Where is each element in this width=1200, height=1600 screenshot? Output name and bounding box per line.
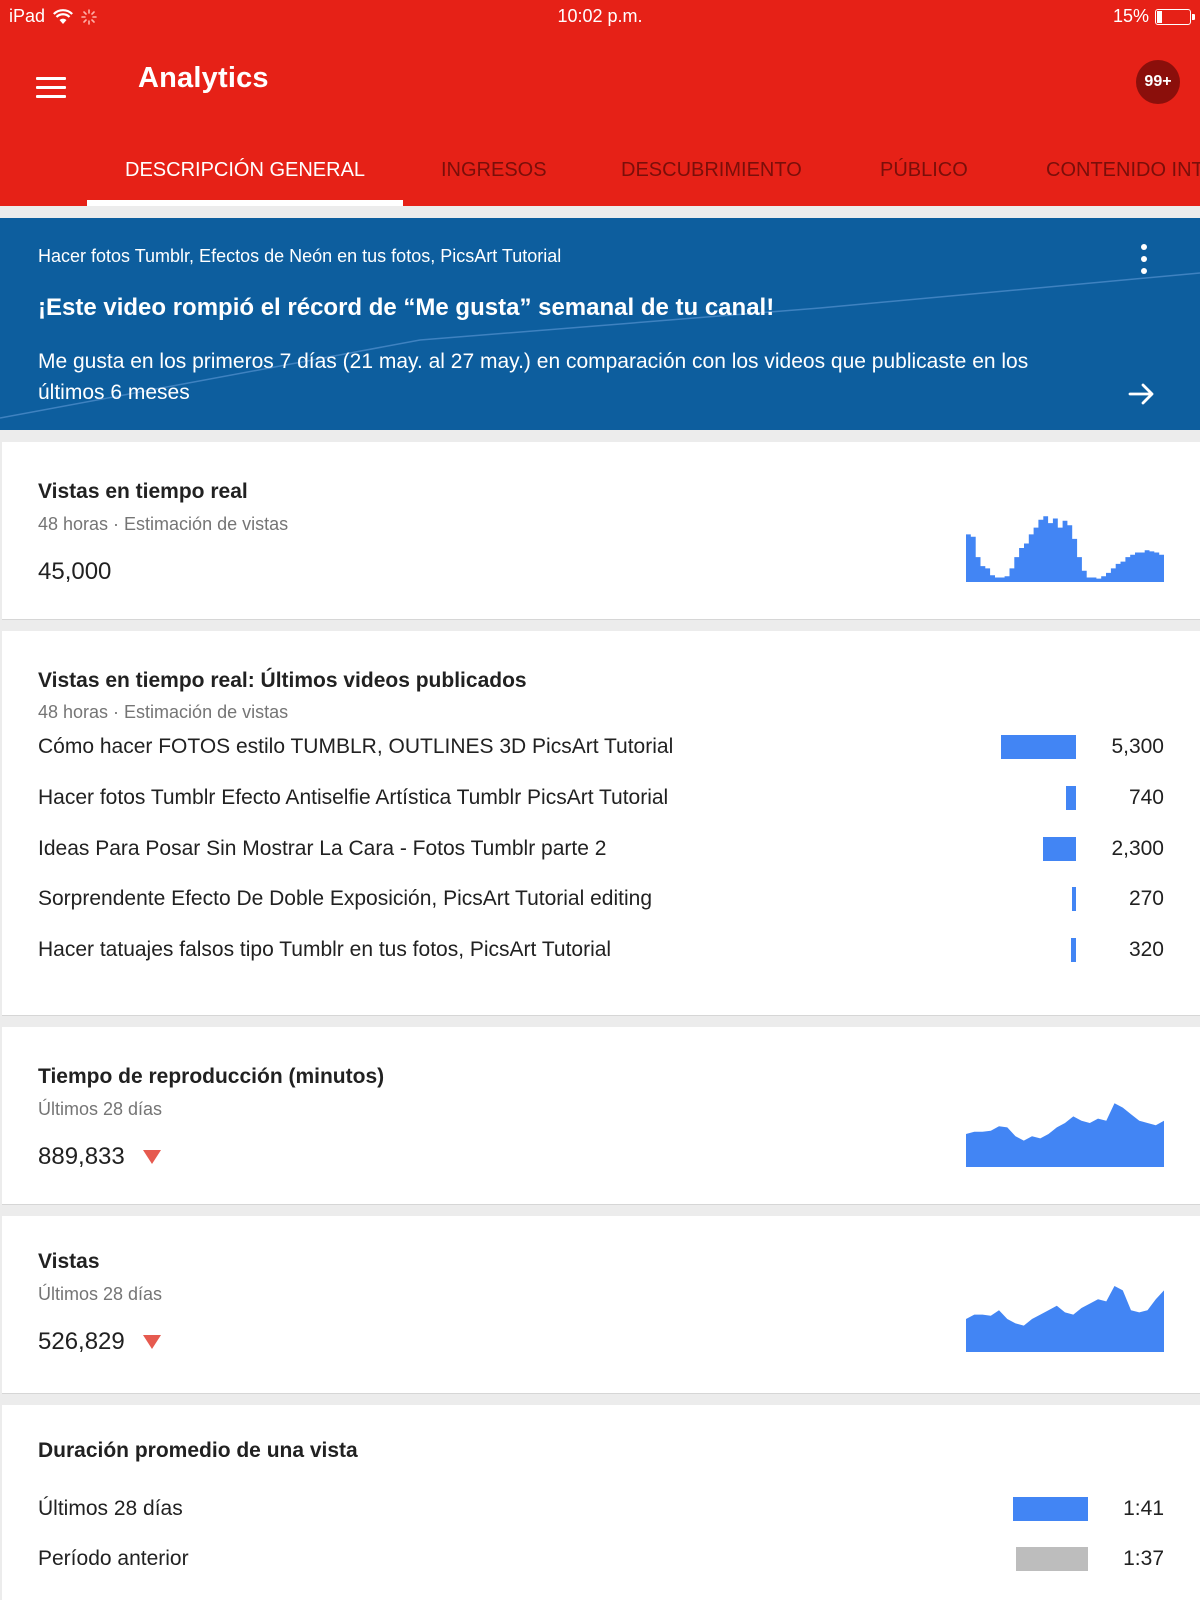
watch-time-sparkline xyxy=(966,1103,1164,1167)
duration-value: 1:37 xyxy=(1123,1547,1164,1570)
banner-video-title: Hacer fotos Tumblr, Efectos de Neón en t… xyxy=(38,246,562,266)
card-title: Vistas en tiempo real xyxy=(38,480,248,503)
realtime-views-value: 45,000 xyxy=(38,558,112,585)
views-bar xyxy=(1043,836,1076,861)
card-title: Vistas en tiempo real: Últimos videos pu… xyxy=(38,669,527,692)
video-views-value: 2,300 xyxy=(1111,836,1164,860)
card-subtitle: Últimos 28 días xyxy=(38,1284,163,1304)
trend-down-icon xyxy=(142,1335,161,1349)
card-subtitle: Últimos 28 días xyxy=(38,1099,163,1119)
views-bar xyxy=(1071,938,1076,963)
latest-videos-card: Vistas en tiempo real: Últimos videos pu… xyxy=(2,631,1200,1016)
banner-title: ¡Este video rompió el récord de “Me gust… xyxy=(38,294,775,321)
status-right: 15% xyxy=(1112,6,1195,27)
battery-percent: 15% xyxy=(1112,6,1149,26)
video-views-value: 5,300 xyxy=(1111,735,1164,758)
duration-value: 1:41 xyxy=(1123,1497,1164,1520)
previous-duration-bar xyxy=(1015,1547,1088,1571)
card-title: Duración promedio de una vista xyxy=(38,1439,358,1462)
video-views-value: 740 xyxy=(1128,785,1164,809)
tab-revenue[interactable]: INGRESOS xyxy=(441,144,547,206)
card-subtitle: 48 horas · Estimación de vistas xyxy=(38,514,289,534)
tab-interactive-content[interactable]: CONTENIDO INTERACTIVO xyxy=(1046,144,1200,206)
video-title: Sorprendente Efecto De Doble Exposición,… xyxy=(38,887,652,911)
video-views-value: 320 xyxy=(1128,938,1164,962)
battery-icon xyxy=(1155,8,1195,25)
video-title: Cómo hacer FOTOS estilo TUMBLR, OUTLINES… xyxy=(38,735,674,758)
video-row[interactable]: Sorprendente Efecto De Doble Exposición,… xyxy=(38,881,1164,921)
trend-down-icon xyxy=(142,1150,161,1164)
more-options-icon[interactable] xyxy=(1136,244,1152,274)
notifications-badge[interactable]: 99+ xyxy=(1136,60,1180,104)
status-bar: iPad 10:02 p.m. 15% xyxy=(0,0,1200,34)
period-label: Últimos 28 días xyxy=(38,1497,183,1520)
current-duration-bar xyxy=(1013,1497,1088,1521)
realtime-sparkline xyxy=(966,516,1164,582)
video-row[interactable]: Hacer fotos Tumblr Efecto Antiselfie Art… xyxy=(38,780,1164,820)
video-row[interactable]: Cómo hacer FOTOS estilo TUMBLR, OUTLINES… xyxy=(38,729,1164,769)
watch-time-value: 889,833 xyxy=(38,1143,125,1170)
app-bar: Analytics 99+ DESCRIPCIÓN GENERAL INGRES… xyxy=(0,34,1200,206)
views-card[interactable]: Vistas Últimos 28 días 526,829 xyxy=(2,1216,1200,1394)
record-insight-banner[interactable]: Hacer fotos Tumblr, Efectos de Neón en t… xyxy=(0,218,1200,430)
views-bar xyxy=(1001,735,1076,759)
active-tab-indicator xyxy=(87,200,403,206)
tab-bar: DESCRIPCIÓN GENERAL INGRESOS DESCUBRIMIE… xyxy=(0,144,1200,206)
avg-view-duration-card[interactable]: Duración promedio de una vista Últimos 2… xyxy=(2,1405,1200,1600)
menu-icon[interactable] xyxy=(36,66,78,108)
video-row[interactable]: Ideas Para Posar Sin Mostrar La Cara - F… xyxy=(38,831,1164,871)
video-row[interactable]: Hacer tatuajes falsos tipo Tumblr en tus… xyxy=(38,932,1164,972)
arrow-right-icon[interactable] xyxy=(1126,378,1158,410)
views-value: 526,829 xyxy=(38,1328,125,1355)
tab-audience[interactable]: PÚBLICO xyxy=(880,144,968,206)
card-value: 526,829 xyxy=(38,1328,161,1356)
status-time: 10:02 p.m. xyxy=(557,6,643,26)
video-title: Hacer fotos Tumblr Efecto Antiselfie Art… xyxy=(38,785,669,809)
realtime-views-card[interactable]: Vistas en tiempo real 48 horas · Estimac… xyxy=(2,442,1200,620)
banner-description: Me gusta en los primeros 7 días (21 may.… xyxy=(38,350,1029,404)
video-title: Ideas Para Posar Sin Mostrar La Cara - F… xyxy=(38,836,607,860)
views-sparkline xyxy=(966,1286,1164,1352)
video-views-value: 270 xyxy=(1128,887,1164,911)
duration-row: Últimos 28 días 1:41 xyxy=(38,1491,1164,1531)
views-bar xyxy=(1065,785,1076,810)
card-title: Vistas xyxy=(38,1250,100,1273)
watch-time-card[interactable]: Tiempo de reproducción (minutos) Últimos… xyxy=(2,1027,1200,1205)
views-bar xyxy=(1072,887,1076,912)
card-subtitle: 48 horas · Estimación de vistas xyxy=(38,702,289,722)
page-title: Analytics xyxy=(138,62,269,94)
duration-row: Período anterior 1:37 xyxy=(38,1541,1164,1581)
tab-overview[interactable]: DESCRIPCIÓN GENERAL xyxy=(125,144,365,206)
card-title: Tiempo de reproducción (minutos) xyxy=(38,1065,385,1088)
period-label: Período anterior xyxy=(38,1547,189,1570)
video-title: Hacer tatuajes falsos tipo Tumblr en tus… xyxy=(38,938,612,962)
card-value: 45,000 xyxy=(38,558,111,586)
card-value: 889,833 xyxy=(38,1143,161,1171)
tab-discovery[interactable]: DESCUBRIMIENTO xyxy=(621,144,802,206)
